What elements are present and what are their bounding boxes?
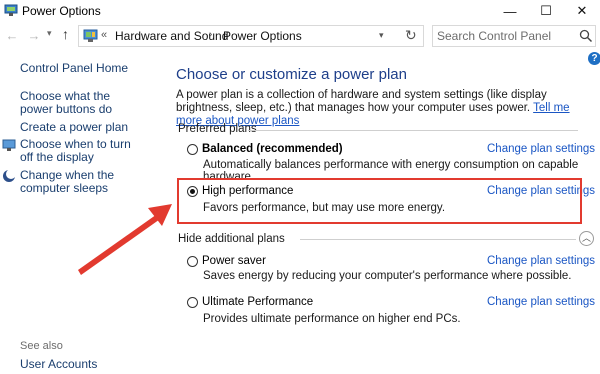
hide-additional-plans-heading[interactable]: Hide additional plans [178, 233, 285, 245]
description-text: A power plan is a collection of hardware… [176, 89, 547, 114]
left-pane: Control Panel Home Choose what the power… [0, 50, 165, 374]
breadcrumb-power-options[interactable]: Power Options [223, 29, 302, 43]
search-box[interactable] [432, 25, 596, 47]
navigation-bar: ← → ▾ ↑ « Hardware and Sound › Power Opt… [0, 22, 600, 50]
control-panel-home-link[interactable]: Control Panel Home [20, 62, 128, 75]
preferred-plans-heading: Preferred plans [178, 123, 257, 135]
maximize-button[interactable]: ☐ [528, 0, 564, 22]
breadcrumb-overflow-icon[interactable]: « [101, 29, 107, 41]
refresh-icon[interactable]: ↻ [405, 27, 417, 44]
see-also-heading: See also [20, 340, 63, 352]
radio-ultimate-performance[interactable] [187, 297, 198, 308]
search-input[interactable] [437, 29, 577, 43]
change-plan-settings-balanced[interactable]: Change plan settings [487, 143, 595, 155]
sidebar-item-turn-off-display[interactable]: Choose when to turn off the display [20, 138, 145, 164]
highlight-box [177, 178, 582, 224]
plan-description-power-saver: Saves energy by reducing your computer's… [203, 270, 572, 282]
page-title: Choose or customize a power plan [176, 66, 407, 83]
plan-description-ultimate-performance: Provides ultimate performance on higher … [203, 313, 461, 325]
sidebar-item-create-plan[interactable]: Create a power plan [20, 121, 128, 134]
recent-locations-dropdown-icon[interactable]: ▾ [47, 28, 52, 39]
sidebar-item-computer-sleeps[interactable]: Change when the computer sleeps [20, 169, 150, 195]
change-plan-settings-ultimate-performance[interactable]: Change plan settings [487, 296, 595, 308]
back-button[interactable]: ← [3, 26, 21, 44]
control-panel-icon [83, 29, 98, 42]
close-button[interactable]: ✕ [564, 0, 600, 22]
window-title: Power Options [22, 4, 101, 18]
address-bar[interactable]: « Hardware and Sound › Power Options ▾ ↻ [78, 25, 424, 47]
sidebar-item-power-buttons[interactable]: Choose what the power buttons do [20, 90, 140, 116]
display-power-icon [2, 139, 16, 151]
forward-button[interactable]: → [25, 26, 43, 44]
change-plan-settings-power-saver[interactable]: Change plan settings [487, 255, 595, 267]
search-icon[interactable] [579, 29, 593, 43]
user-accounts-link[interactable]: User Accounts [20, 357, 97, 371]
radio-balanced[interactable] [187, 144, 198, 155]
minimize-button[interactable]: — [492, 0, 528, 22]
breadcrumb-separator-icon[interactable]: › [209, 29, 212, 40]
title-bar: Power Options — ☐ ✕ [0, 0, 600, 22]
up-button[interactable]: ↑ [62, 26, 69, 42]
plan-name-power-saver[interactable]: Power saver [202, 255, 266, 267]
plan-name-balanced[interactable]: Balanced (recommended) [202, 143, 343, 155]
collapse-chevron-icon[interactable]: ︿ [579, 231, 594, 246]
plan-name-ultimate-performance[interactable]: Ultimate Performance [202, 296, 313, 308]
address-dropdown-icon[interactable]: ▾ [379, 30, 384, 41]
radio-power-saver[interactable] [187, 256, 198, 267]
sleep-moon-icon [3, 169, 16, 182]
power-options-icon [4, 4, 18, 16]
preferred-divider [248, 130, 578, 131]
additional-divider [300, 239, 576, 240]
help-icon[interactable]: ? [588, 52, 600, 65]
